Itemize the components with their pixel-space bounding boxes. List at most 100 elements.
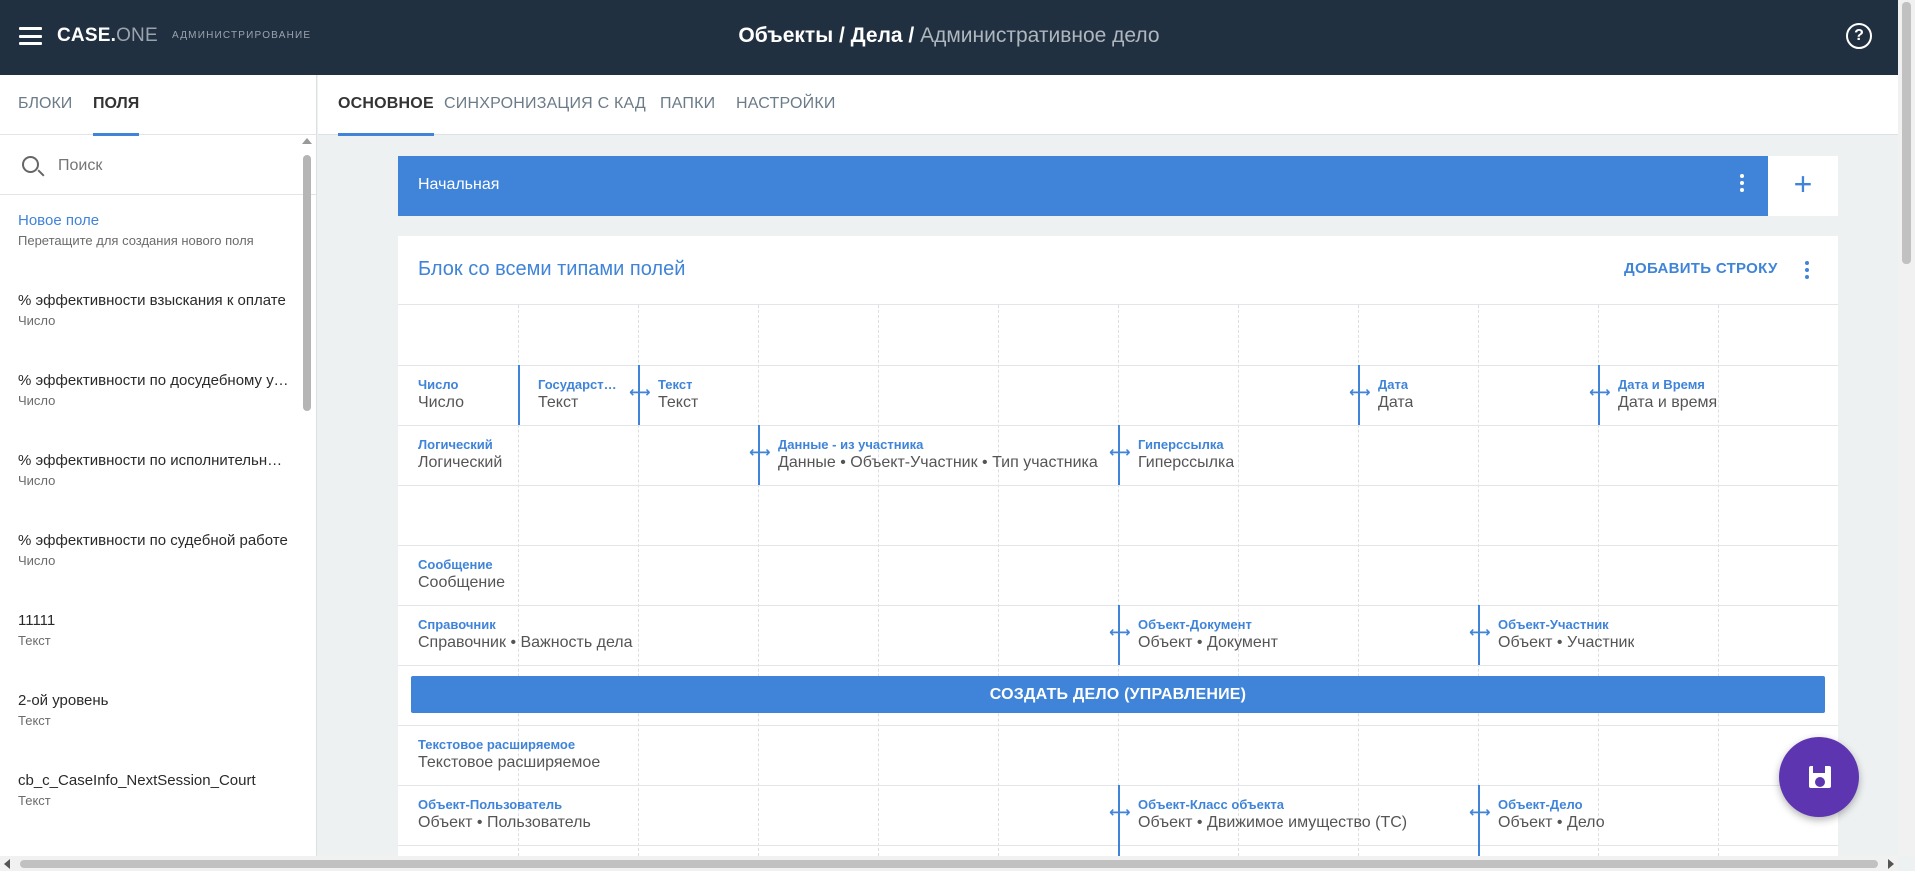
content-tabs: ОСНОВНОЕ СИНХРОНИЗАЦИЯ С КАД ПАПКИ НАСТР… [318, 75, 1898, 136]
field-label: Логический [418, 437, 493, 452]
scroll-up-icon[interactable] [302, 138, 312, 144]
grid-row-line [398, 665, 1838, 666]
field-cell[interactable]: Текст Текст [638, 365, 1358, 425]
field-value: Число [418, 394, 465, 411]
field-cell[interactable]: Данные - из участника Данные • Объект-Уч… [758, 425, 1118, 485]
scrollbar-thumb[interactable] [20, 860, 1878, 868]
list-item[interactable]: 2-ой уровень Текст [18, 692, 290, 728]
save-button[interactable] [1779, 737, 1859, 817]
field-label: Текст [658, 377, 693, 392]
list-item-name: 11111 [18, 612, 56, 629]
field-cell[interactable]: Число Число [398, 365, 518, 425]
list-item[interactable]: % эффективности взыскания к оплате Число [18, 292, 290, 328]
list-item-name: cb_c_CaseInfo_NextSession_Court [18, 772, 256, 789]
field-value: Объект • Пользователь [418, 814, 591, 831]
list-item-type: Число [18, 473, 56, 488]
tab-settings[interactable]: НАСТРОЙКИ [736, 95, 836, 113]
list-item-type: Число [18, 313, 56, 328]
list-item-type: Текст [18, 793, 51, 808]
field-label: Государственная пошлина [538, 377, 618, 392]
field-label: Объект-Документ [1138, 617, 1252, 632]
help-icon[interactable]: ? [1846, 23, 1872, 49]
field-value: Объект • Участник [1498, 634, 1635, 651]
list-item-type: Перетащите для создания нового поля [18, 233, 254, 248]
breadcrumb-separator: / [902, 24, 921, 47]
field-value: Сообщение [418, 574, 506, 591]
breadcrumb-objects[interactable]: Объекты [738, 24, 833, 47]
add-row-button[interactable]: ДОБАВИТЬ СТРОКУ [1624, 260, 1778, 277]
block-title[interactable]: Блок со всеми типами полей [418, 258, 685, 281]
field-cell[interactable]: Гиперссылка Гиперссылка [1118, 425, 1838, 485]
field-cell[interactable]: Дата Дата [1358, 365, 1598, 425]
field-value: Справочник • Важность дела [418, 634, 633, 651]
scrollbar-thumb[interactable] [303, 155, 311, 411]
field-label: Дата и Время [1618, 377, 1705, 392]
field-cell[interactable]: Дата и Время Дата и время [1598, 365, 1838, 425]
list-item[interactable]: % эффективности по исполнительному произ… [18, 452, 290, 488]
list-item-name: 2-ой уровень [18, 692, 109, 709]
field-value: Объект • Движимое имущество (ТС) [1138, 814, 1408, 831]
list-item-type: Число [18, 393, 56, 408]
field-label: Текстовое расширяемое [418, 737, 576, 752]
field-value: Данные • Объект-Участник • Тип участника [778, 454, 1098, 471]
tab-blocks[interactable]: БЛОКИ [18, 95, 72, 113]
breadcrumb-current: Административное дело [920, 24, 1160, 47]
sidebar-scrollbar[interactable] [300, 135, 313, 856]
list-item[interactable]: % эффективности по судебной работе Число [18, 532, 290, 568]
more-vert-icon[interactable] [1805, 261, 1809, 282]
field-cell[interactable]: Государственная пошлина Текст [518, 365, 638, 425]
fields-sidebar: БЛОКИ ПОЛЯ Новое поле Перетащите для соз… [0, 75, 317, 856]
breadcrumb: Объекты / Дела / Административное дело [0, 24, 1898, 48]
tab-main[interactable]: ОСНОВНОЕ [338, 95, 434, 136]
field-label: Справочник [418, 617, 496, 632]
page-vertical-scrollbar[interactable] [1898, 0, 1915, 856]
field-cell[interactable]: Справочник Справочник • Важность дела [398, 605, 1118, 665]
list-item[interactable]: cb_c_CaseInfo_NextSession_Court Текст [18, 772, 290, 808]
field-label: Объект-Класс объекта [1138, 797, 1284, 812]
save-icon [1809, 766, 1831, 788]
scrollbar-thumb[interactable] [1902, 2, 1911, 264]
field-label: Дата [1378, 377, 1409, 392]
field-value: Дата [1378, 394, 1414, 411]
add-stage-button[interactable]: + [1768, 156, 1838, 216]
list-item-name: % эффективности по судебной работе [18, 532, 288, 549]
field-value: Текст [538, 394, 579, 411]
field-value: Объект • Дело [1498, 814, 1605, 831]
field-value: Логический [418, 454, 503, 471]
breadcrumb-separator: / [833, 24, 851, 47]
top-app-bar: CASE.ONE АДМИНИСТРИРОВАНИЕ Объекты / Дел… [0, 0, 1898, 75]
field-cell[interactable]: Объект-Пользователь Объект • Пользовател… [398, 785, 1118, 845]
list-item-name: % эффективности по исполнительному произ… [18, 452, 290, 469]
field-cell[interactable]: Логический Логический [398, 425, 758, 485]
create-case-button[interactable]: СОЗДАТЬ ДЕЛО (УПРАВЛЕНИЕ) [411, 676, 1825, 713]
stage-bar[interactable]: Начальная [398, 156, 1778, 216]
fields-block-card: Блок со всеми типами полей ДОБАВИТЬ СТРО… [398, 236, 1838, 856]
field-label: Гиперссылка [1138, 437, 1224, 452]
more-vert-icon[interactable] [1740, 174, 1744, 195]
field-cell[interactable]: Объект-Документ Объект • Документ [1118, 605, 1478, 665]
field-cell[interactable]: Текстовое расширяемое Текстовое расширяе… [398, 725, 1838, 785]
field-value: Дата и время [1618, 394, 1718, 411]
search-input[interactable] [58, 153, 298, 179]
list-item[interactable]: % эффективности по досудебному урегулиро… [18, 372, 290, 408]
field-value: Объект • Документ [1138, 634, 1278, 651]
tab-fields[interactable]: ПОЛЯ [93, 95, 140, 136]
field-cell[interactable]: Сообщение Сообщение [398, 545, 1838, 605]
list-item-type: Число [18, 553, 56, 568]
scroll-right-icon[interactable] [1888, 859, 1894, 869]
field-value: Текст [658, 394, 699, 411]
tab-folders[interactable]: ПАПКИ [660, 95, 715, 113]
field-cell[interactable]: Объект-Класс объекта Объект • Движимое и… [1118, 785, 1478, 856]
list-item-name: % эффективности по досудебному урегулиро… [18, 372, 290, 389]
page-horizontal-scrollbar[interactable] [0, 856, 1898, 871]
search-bar [0, 135, 316, 195]
field-cell[interactable]: Объект-Участник Объект • Участник [1478, 605, 1838, 665]
list-item[interactable]: 11111 Текст [18, 612, 290, 648]
list-item-new-field[interactable]: Новое поле Перетащите для создания новог… [18, 212, 290, 248]
list-item-name: Новое поле [18, 212, 100, 229]
field-label: Данные - из участника [778, 437, 924, 452]
breadcrumb-cases[interactable]: Дела [851, 24, 903, 47]
field-label: Сообщение [418, 557, 493, 572]
tab-kad-sync[interactable]: СИНХРОНИЗАЦИЯ С КАД [444, 95, 646, 113]
scroll-left-icon[interactable] [4, 859, 10, 869]
